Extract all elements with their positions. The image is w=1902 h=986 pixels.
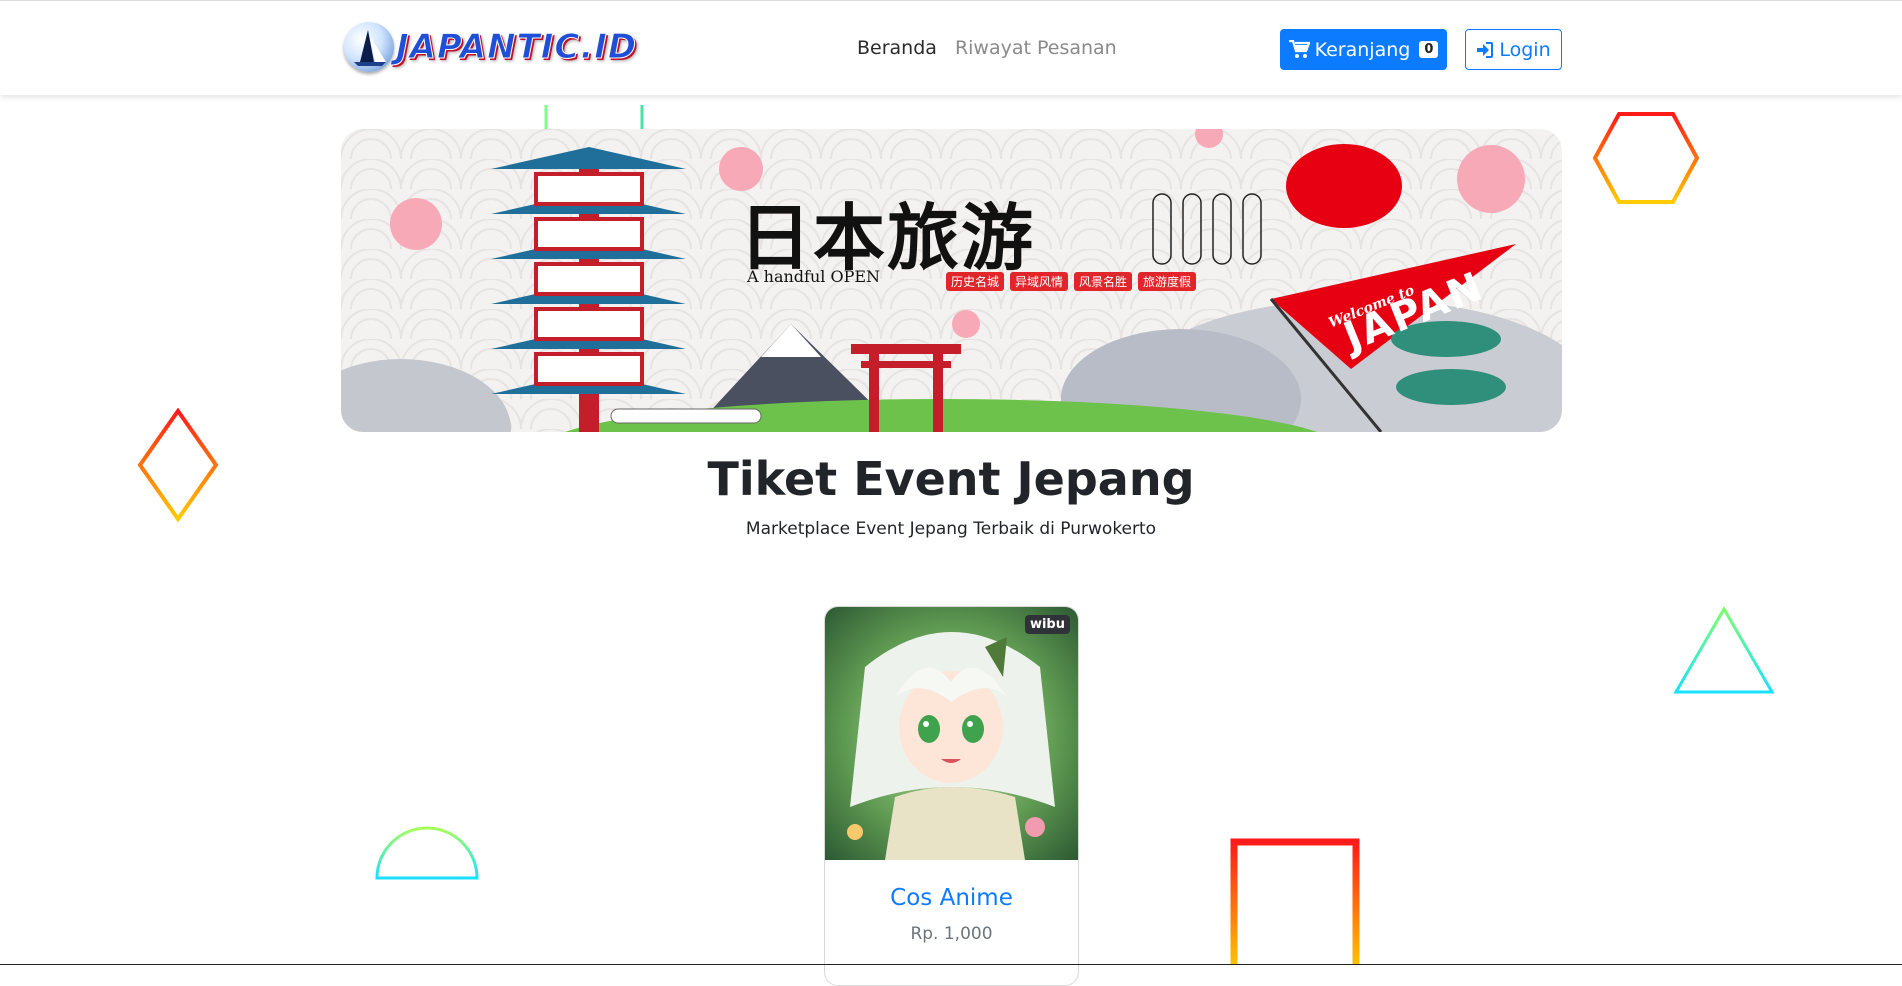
hero-tag: 旅游度假 xyxy=(1138,272,1197,291)
login-button-label: Login xyxy=(1499,38,1551,61)
product-title[interactable]: Cos Anime xyxy=(825,885,1078,911)
brand-logo-icon xyxy=(344,22,394,72)
category-badge: wibu xyxy=(1024,615,1070,634)
sign-in-icon xyxy=(1477,41,1494,58)
green-arch-shape xyxy=(544,105,644,130)
square-shape xyxy=(1230,838,1360,965)
brand-name: JAPANTIC.ID xyxy=(395,27,638,68)
page-title: Tiket Event Jepang xyxy=(707,452,1195,506)
semicircle-shape xyxy=(375,826,479,880)
hero-banner: 日本旅游 A handful OPEN 历史名城 异域风情 风景名胜 旅游度假 … xyxy=(341,129,1562,432)
navbar: JAPANTIC.ID Beranda Riwayat Pesanan Kera… xyxy=(0,0,1902,95)
hero-tag: 异域风情 xyxy=(1010,272,1069,291)
triangle-shape xyxy=(1673,606,1775,694)
nav-link-riwayat-pesanan[interactable]: Riwayat Pesanan xyxy=(955,37,1117,59)
nav-link-beranda[interactable]: Beranda xyxy=(857,37,937,59)
hero-tag: 历史名城 xyxy=(946,272,1005,291)
main-nav: Beranda Riwayat Pesanan xyxy=(857,37,1117,59)
brand-link[interactable]: JAPANTIC.ID xyxy=(344,19,637,75)
product-card[interactable]: wibu Cos Anime Rp. 1,000 xyxy=(824,606,1079,986)
product-image xyxy=(825,607,1078,860)
hexagon-shape xyxy=(1592,112,1700,204)
product-price: Rp. 1,000 xyxy=(910,924,993,944)
cart-button[interactable]: Keranjang 0 xyxy=(1280,29,1447,70)
login-button[interactable]: Login xyxy=(1465,29,1562,70)
hero-tag: 风景名胜 xyxy=(1074,272,1133,291)
cart-count-badge: 0 xyxy=(1419,41,1439,58)
page-subtitle: Marketplace Event Jepang Terbaik di Purw… xyxy=(745,519,1157,539)
hero-tags: 历史名城 异域风情 风景名胜 旅游度假 xyxy=(946,272,1197,291)
hero-subtitle: A handful OPEN xyxy=(747,267,881,286)
shopping-cart-icon xyxy=(1288,40,1310,58)
cart-button-label: Keranjang xyxy=(1314,38,1411,61)
